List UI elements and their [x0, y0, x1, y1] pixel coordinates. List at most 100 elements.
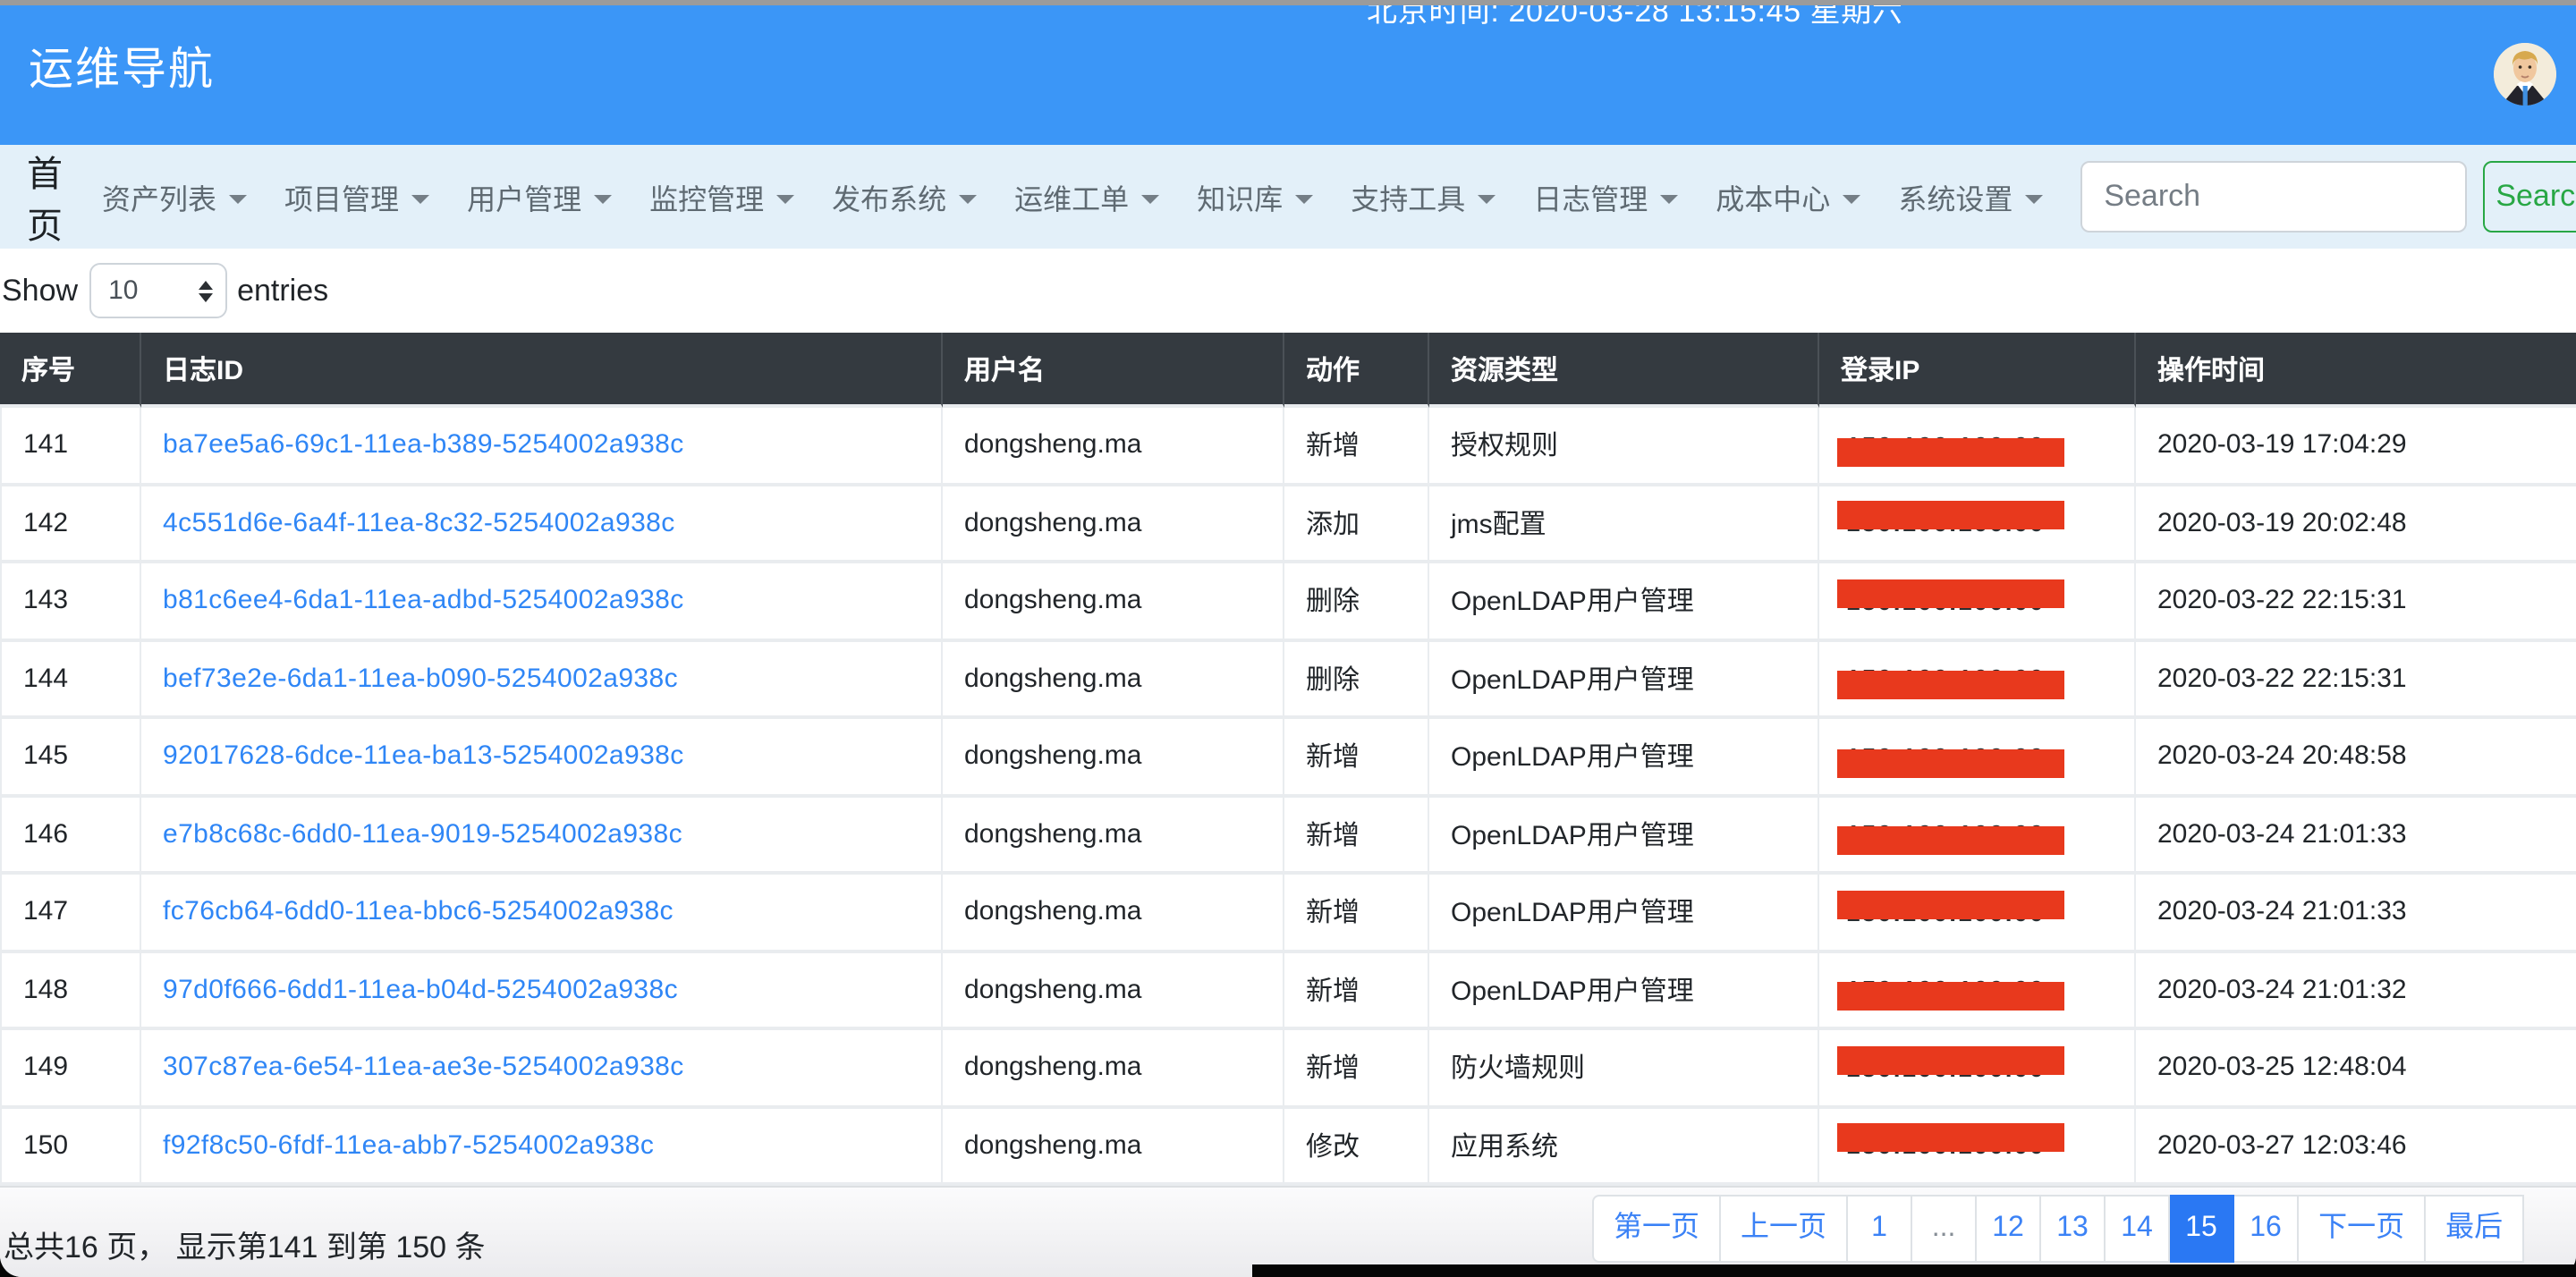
pagination-prev[interactable]: 上一页: [1721, 1195, 1848, 1263]
nav-item-settings[interactable]: 系统设置: [1898, 175, 2043, 218]
cell-resource: 应用系统: [1429, 1108, 1819, 1186]
table-row: 148 97d0f666-6dd1-11ea-b04d-5254002a938c…: [0, 952, 2576, 1030]
nav-item-home[interactable]: 首页: [27, 145, 63, 249]
cell-logid: f92f8c50-6fdf-11ea-abb7-5254002a938c: [141, 1108, 943, 1186]
page-size-select[interactable]: 10: [89, 263, 226, 318]
col-header-ip: 登录IP: [1819, 333, 2136, 408]
pagination-page-12[interactable]: 12: [1977, 1195, 2041, 1263]
user-avatar[interactable]: [2494, 43, 2556, 106]
cell-seq: 143: [0, 563, 141, 641]
nav-item-users[interactable]: 用户管理: [467, 175, 612, 218]
nav-item-cost[interactable]: 成本中心: [1716, 175, 1860, 218]
cell-logid: 4c551d6e-6a4f-11ea-8c32-5254002a938c: [141, 486, 943, 563]
pagination-last[interactable]: 最后: [2426, 1195, 2524, 1263]
search-button[interactable]: Search: [2483, 161, 2576, 233]
cell-ip: 150.100.100.00: [1819, 1108, 2136, 1186]
table-row: 150 f92f8c50-6fdf-11ea-abb7-5254002a938c…: [0, 1108, 2576, 1186]
nav-item-monitoring[interactable]: 监控管理: [649, 175, 794, 218]
log-id-link[interactable]: e7b8c68c-6dd0-11ea-9019-5254002a938c: [163, 819, 682, 850]
cell-time: 2020-03-25 12:48:04: [2136, 1030, 2576, 1108]
beijing-clock-wrap: 北京时间: 2020-03-28 13:15:45 星期六: [1367, 5, 1902, 48]
col-header-time: 操作时间: [2136, 333, 2576, 408]
cell-logid: 92017628-6dce-11ea-ba13-5254002a938c: [141, 719, 943, 797]
log-id-link[interactable]: bef73e2e-6da1-11ea-b090-5254002a938c: [163, 664, 678, 694]
nav-item-logs[interactable]: 日志管理: [1533, 175, 1678, 218]
cell-seq: 145: [0, 719, 141, 797]
cell-time: 2020-03-22 22:15:31: [2136, 641, 2576, 719]
cell-resource: 防火墙规则: [1429, 1030, 1819, 1108]
redaction-block: [1837, 983, 2065, 1011]
desktop-edge: [1252, 1264, 2576, 1277]
log-id-link[interactable]: 307c87ea-6e54-11ea-ae3e-5254002a938c: [163, 1053, 684, 1083]
log-id-link[interactable]: f92f8c50-6fdf-11ea-abb7-5254002a938c: [163, 1130, 654, 1161]
table-header-row: 序号 日志ID 用户名 动作 资源类型 登录IP 操作时间: [0, 333, 2576, 408]
cell-time: 2020-03-19 20:02:48: [2136, 486, 2576, 563]
cell-seq: 147: [0, 875, 141, 952]
cell-user: dongsheng.ma: [943, 952, 1284, 1030]
show-label: Show: [2, 273, 78, 309]
cell-logid: bef73e2e-6da1-11ea-b090-5254002a938c: [141, 641, 943, 719]
pagination-next[interactable]: 下一页: [2299, 1195, 2426, 1263]
chevron-down-icon: [1660, 194, 1678, 203]
log-id-link[interactable]: ba7ee5a6-69c1-11ea-b389-5254002a938c: [163, 430, 684, 461]
cell-ip: 150.100.100.00: [1819, 719, 2136, 797]
page-size-value: 10: [108, 275, 138, 306]
cell-time: 2020-03-24 21:01:33: [2136, 875, 2576, 952]
cell-time: 2020-03-19 17:04:29: [2136, 408, 2576, 486]
cell-action: 添加: [1284, 486, 1429, 563]
col-header-logid: 日志ID: [141, 333, 943, 408]
cell-resource: OpenLDAP用户管理: [1429, 641, 1819, 719]
nav-item-tickets[interactable]: 运维工单: [1014, 175, 1159, 218]
redaction-block: [1837, 672, 2065, 700]
pagination-summary: 总共16 页， 显示第141 到第 150 条: [4, 1222, 486, 1266]
pagination-page-13[interactable]: 13: [2041, 1195, 2106, 1263]
nav-item-projects[interactable]: 项目管理: [284, 175, 429, 218]
log-id-link[interactable]: fc76cb64-6dd0-11ea-bbc6-5254002a938c: [163, 897, 674, 927]
app-window: 运维导航 北京时间: 2020-03-28 13:15:45 星期六: [0, 0, 2576, 1277]
beijing-clock: 北京时间: 2020-03-28 13:15:45 星期六: [1367, 5, 1902, 30]
pagination-page-16[interactable]: 16: [2234, 1195, 2299, 1263]
table-row: 143 b81c6ee4-6da1-11ea-adbd-5254002a938c…: [0, 563, 2576, 641]
cell-resource: 授权规则: [1429, 408, 1819, 486]
pagination-page-1[interactable]: 1: [1848, 1195, 1912, 1263]
cell-logid: fc76cb64-6dd0-11ea-bbc6-5254002a938c: [141, 875, 943, 952]
cell-logid: 97d0f666-6dd1-11ea-b04d-5254002a938c: [141, 952, 943, 1030]
cell-logid: b81c6ee4-6da1-11ea-adbd-5254002a938c: [141, 563, 943, 641]
cell-ip: 150.100.100.00: [1819, 641, 2136, 719]
pagination-page-14[interactable]: 14: [2106, 1195, 2170, 1263]
table-row: 146 e7b8c68c-6dd0-11ea-9019-5254002a938c…: [0, 797, 2576, 875]
col-header-user: 用户名: [943, 333, 1284, 408]
cell-time: 2020-03-24 20:48:58: [2136, 719, 2576, 797]
nav-item-tools[interactable]: 支持工具: [1351, 175, 1496, 218]
cell-time: 2020-03-24 21:01:32: [2136, 952, 2576, 1030]
redacted-ip: 150.100.100.00: [1841, 426, 2051, 465]
cell-ip: 150.100.100.00: [1819, 486, 2136, 563]
redacted-ip: 150.100.100.00: [1841, 1126, 2051, 1165]
select-arrows-icon: [198, 280, 212, 301]
pagination-page-15-current[interactable]: 15: [2170, 1195, 2234, 1263]
nav-item-assets[interactable]: 资产列表: [102, 175, 247, 218]
cell-logid: e7b8c68c-6dd0-11ea-9019-5254002a938c: [141, 797, 943, 875]
redacted-ip: 150.100.100.00: [1841, 970, 2051, 1010]
chevron-down-icon: [1843, 194, 1860, 203]
cell-resource: OpenLDAP用户管理: [1429, 563, 1819, 641]
redacted-ip: 150.100.100.00: [1841, 892, 2051, 932]
log-id-link[interactable]: b81c6ee4-6da1-11ea-adbd-5254002a938c: [163, 586, 684, 616]
chevron-down-icon: [1295, 194, 1313, 203]
redaction-block: [1837, 579, 2065, 608]
table-row: 141 ba7ee5a6-69c1-11ea-b389-5254002a938c…: [0, 408, 2576, 486]
pagination-first[interactable]: 第一页: [1592, 1195, 1721, 1263]
table-row: 142 4c551d6e-6a4f-11ea-8c32-5254002a938c…: [0, 486, 2576, 563]
search-input[interactable]: [2080, 161, 2467, 233]
nav-item-knowledge[interactable]: 知识库: [1197, 175, 1313, 218]
cell-ip: 150.100.100.00: [1819, 1030, 2136, 1108]
cell-ip: 150.100.100.00: [1819, 875, 2136, 952]
log-id-link[interactable]: 4c551d6e-6a4f-11ea-8c32-5254002a938c: [163, 508, 675, 538]
nav-item-release[interactable]: 发布系统: [832, 175, 977, 218]
avatar-image: [2494, 43, 2556, 106]
chevron-down-icon: [594, 194, 612, 203]
app-header: 运维导航 北京时间: 2020-03-28 13:15:45 星期六: [0, 5, 2576, 145]
log-id-link[interactable]: 97d0f666-6dd1-11ea-b04d-5254002a938c: [163, 975, 678, 1005]
col-header-resource: 资源类型: [1429, 333, 1819, 408]
log-id-link[interactable]: 92017628-6dce-11ea-ba13-5254002a938c: [163, 741, 684, 772]
